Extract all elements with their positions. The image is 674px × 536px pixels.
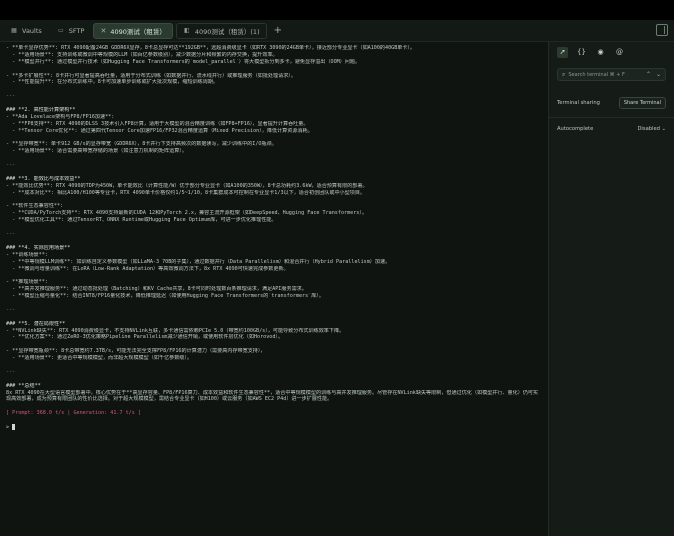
new-tab-button[interactable]: + <box>274 25 282 36</box>
terminal-line: - **微调与增量训练**: 在LoRA（Low-Rank Adaptation… <box>6 265 289 272</box>
autocomplete-dropdown[interactable]: Disabled ⌄ <box>637 126 666 132</box>
terminal-line: - **NVLink缺失**: RTX 4090消费级显卡，不支持NVLink互… <box>6 327 345 334</box>
terminal-line: --- <box>6 93 16 100</box>
search-placeholder: Search terminal ⌘ + F <box>568 71 625 78</box>
terminal-icon: ◧ <box>184 27 190 34</box>
terminal-line: - **适用场景**: 支持训练或微调中等规模的LLM（如百亿参数级别），减少数… <box>6 51 278 58</box>
tab-label: SFTP <box>68 26 85 35</box>
terminal-line: --- <box>6 231 16 238</box>
terminal-line: - **适用场景**: 适合需要高带宽存储的场景（如注意力机制的矩阵运算）。 <box>6 148 187 155</box>
share-terminal-button[interactable]: Share Terminal <box>618 97 666 109</box>
terminal-line: ### **2. 高性能计算架构** <box>6 107 76 114</box>
terminal-line: - **成本对比**: 相比A100/H100等专业卡，RTX 4090单卡价格… <box>6 189 366 196</box>
terminal-line: - **训练场景**: <box>6 251 48 258</box>
prompt-line: > <box>6 424 542 431</box>
chevron-up-icon[interactable]: ⌃ <box>646 71 651 78</box>
terminal-line: - **能效比优势**: RTX 4090的TDP为450W，单卡能效比（计算性… <box>6 182 368 189</box>
code-braces-icon[interactable]: {} <box>576 47 587 58</box>
terminal-line: - **Ada Lovelace架构与FP8/FP16加速**: <box>6 113 115 120</box>
terminal-line: - **中等规模LLM训练**: 如训练自定义参数模型（如LLaMA-3 70B… <box>6 258 391 265</box>
toggle-sidebar-icon[interactable] <box>656 24 668 36</box>
terminal-line: - **显存带宽瓶颈**: 8卡总带宽约7.3TB/s，可能无法完全支撑FP8/… <box>6 348 266 355</box>
terminal-line: 8x RTX 4090在大型语言模型部署中，核心优势在于**高显存容量、FP8/… <box>6 389 539 403</box>
palette-icon[interactable]: ◉ <box>595 47 606 58</box>
pin-icon[interactable]: ➚ <box>557 46 568 58</box>
vault-icon: ▦ <box>11 27 17 34</box>
terminal-line: - **适用场景**: 更适合中等规模模型，而非超大规模模型（如千亿参数级）。 <box>6 355 193 362</box>
terminal-line: --- <box>6 306 16 313</box>
terminal-line: - **模型压缩与量化**: 结合INT8/FP16量化技术，降低推理延迟（如使… <box>6 293 324 300</box>
autocomplete-value: Disabled <box>637 126 660 132</box>
at-sign-icon[interactable]: @ <box>614 47 625 58</box>
terminal-line: --- <box>6 162 16 169</box>
search-icon: ⌕ <box>562 70 566 78</box>
terminal-line: ### **5. 潜在局限性** <box>6 320 66 327</box>
terminal-line: - **模型优化工具**: 通过TensorRT、ONNX Runtime或Hu… <box>6 217 277 224</box>
close-icon[interactable]: ✕ <box>100 27 106 35</box>
terminal-line: - **多卡扩展性**: 8卡并行可显著提高吞吐量，适用于分布式训练（如数据并行… <box>6 72 296 79</box>
terminal-line: - **单卡显存优势**: RTX 4090配备24GB GDDR6X显存，8卡… <box>6 45 416 51</box>
cursor <box>12 424 16 431</box>
sidebar-toolbar: ➚ {} ◉ @ <box>549 42 674 62</box>
terminal-line: - **Tensor Core优化**: 通过第四代Tensor Core加速F… <box>6 127 313 134</box>
search-nav: ⌃ ⌄ <box>646 71 661 78</box>
terminal-line: - **模型并行**: 通过模型并行技术（如Hugging Face Trans… <box>6 58 361 65</box>
terminal-line: - **FP8支持**: RTX 4090的DLSS 3技术引入FP8计算，适用… <box>6 120 309 127</box>
tab-vaults[interactable]: ▦ Vaults <box>4 23 48 39</box>
tab-label: 4090测试（租赁） <box>110 27 166 36</box>
terminal-line: - **软件生态兼容性**: <box>6 203 64 210</box>
tab-sftp[interactable]: ▭ SFTP <box>51 23 91 39</box>
terminal-sharing-row: Terminal sharing Share Terminal <box>549 96 674 110</box>
top-black-bar <box>0 0 674 20</box>
terminal-line: - **高并发推理服务**: 通过动态批处理（Batching）和KV Cach… <box>6 286 307 293</box>
terminal-line: ### **3. 能效比与成本效益** <box>6 175 81 182</box>
autocomplete-label: Autocomplete <box>557 126 594 132</box>
tab-4090-duplicate[interactable]: ◧ 4090测试（租赁）(1) <box>175 22 267 39</box>
search-terminal-input[interactable]: ⌕ Search terminal ⌘ + F ⌃ ⌄ <box>557 68 666 81</box>
terminal-line: - **性能提升**: 在分布式训练中，8卡可加速单步训练或扩大批次规模，缩短训… <box>6 79 219 86</box>
chevron-down-icon[interactable]: ⌄ <box>656 71 661 78</box>
terminal-line: --- <box>6 368 16 375</box>
chevron-down-icon: ⌄ <box>661 126 666 132</box>
terminal-sidebar: ➚ {} ◉ @ ⌕ Search terminal ⌘ + F ⌃ ⌄ Ter… <box>548 42 674 536</box>
terminal-line: - **CUDA/PyTorch支持**: RTX 4090支持最新的CUDA … <box>6 210 367 217</box>
autocomplete-row: Autocomplete Disabled ⌄ <box>549 123 674 135</box>
folder-icon: ▭ <box>57 27 64 34</box>
tab-bar: ▦ Vaults ▭ SFTP ✕ 4090测试（租赁） ◧ 4090测试（租赁… <box>0 20 674 42</box>
tab-4090-active[interactable]: ✕ 4090测试（租赁） <box>93 22 173 39</box>
terminal-line: ### **总结** <box>6 382 41 389</box>
terminal-sharing-label: Terminal sharing <box>557 100 600 106</box>
terminal-output[interactable]: - **单卡显存优势**: RTX 4090配备24GB GDDR6X显存，8卡… <box>0 42 548 536</box>
terminal-line: - **推理场景**: <box>6 279 48 286</box>
terminal-line: - **显存带宽**: 单卡912 GB/s的显存带宽（GDDR6X），8卡并行… <box>6 141 277 148</box>
tab-label: 4090测试（租赁）(1) <box>194 27 260 36</box>
terminal-line: - **优化方案**: 通过ZeRO-3优化策略Pipeline Paralle… <box>6 334 284 341</box>
terminal-line: ### **4. 实际应用场景** <box>6 244 71 251</box>
divider <box>549 117 674 118</box>
tab-label: Vaults <box>22 26 42 35</box>
terminal-line: [ Prompt: 368.0 t/s | Generation: 41.7 t… <box>6 410 141 417</box>
